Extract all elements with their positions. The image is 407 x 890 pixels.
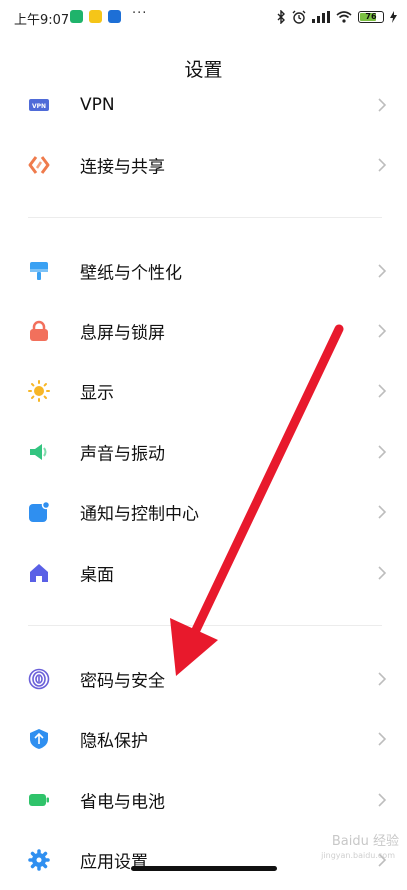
status-time: 上午9:07 — [14, 13, 70, 28]
battery-level: 76 — [365, 12, 377, 21]
lock-icon — [30, 320, 48, 341]
chevron-right-icon — [378, 732, 387, 746]
charging-icon — [390, 11, 397, 23]
alarm-icon — [292, 10, 306, 24]
settings-item-notification-control[interactable]: 通知与控制中心 — [0, 482, 407, 542]
more-notifications-icon: ··· — [132, 6, 148, 21]
settings-item-label: 壁纸与个性化 — [80, 263, 182, 284]
app-settings-gear-icon — [28, 849, 50, 871]
chevron-right-icon — [378, 445, 387, 459]
browser-app-icon — [108, 10, 121, 23]
chevron-right-icon — [378, 566, 387, 580]
svg-text:VPN: VPN — [32, 103, 46, 110]
chevron-right-icon — [378, 264, 387, 278]
home-indicator[interactable] — [131, 866, 277, 871]
settings-item-vpn[interactable]: VPN VPN — [0, 75, 407, 135]
battery-icon — [29, 794, 49, 806]
signal-icon — [312, 11, 330, 23]
settings-item-label: 隐私保护 — [80, 731, 148, 752]
settings-item-connection-share[interactable]: 连接与共享 — [0, 135, 407, 195]
chevron-right-icon — [378, 324, 387, 338]
settings-item-lock-screen[interactable]: 息屏与锁屏 — [0, 301, 407, 361]
settings-item-sound-vibration[interactable]: 声音与振动 — [0, 422, 407, 482]
vpn-icon: VPN — [29, 99, 49, 111]
notification-icon — [29, 501, 50, 522]
chevron-right-icon — [378, 384, 387, 398]
settings-item-label: VPN — [80, 95, 115, 115]
settings-item-label: 显示 — [80, 383, 114, 404]
wifi-icon — [336, 11, 352, 23]
settings-item-label: 通知与控制中心 — [80, 504, 199, 525]
battery-indicator: 76 — [358, 11, 384, 23]
settings-item-home-screen[interactable]: 桌面 — [0, 543, 407, 603]
display-sun-icon — [28, 380, 50, 402]
chevron-right-icon — [378, 505, 387, 519]
settings-item-label: 桌面 — [80, 565, 114, 586]
fingerprint-icon — [28, 668, 50, 690]
watermark: Baidu 经验 — [331, 834, 399, 849]
settings-item-battery[interactable]: 省电与电池 — [0, 770, 407, 830]
home-icon — [30, 564, 48, 582]
speaker-icon — [30, 444, 47, 460]
settings-item-privacy[interactable]: 隐私保护 — [0, 709, 407, 769]
chevron-right-icon — [378, 793, 387, 807]
chevron-right-icon — [378, 672, 387, 686]
settings-item-label: 息屏与锁屏 — [80, 323, 165, 344]
bluetooth-icon — [277, 10, 285, 24]
section-divider — [28, 217, 382, 218]
settings-item-display[interactable]: 显示 — [0, 361, 407, 421]
chevron-right-icon — [378, 98, 387, 112]
connection-share-icon — [28, 156, 50, 174]
settings-item-label: 密码与安全 — [80, 671, 165, 692]
notes-app-icon — [89, 10, 102, 23]
settings-item-label: 声音与振动 — [80, 444, 165, 465]
chevron-right-icon — [378, 158, 387, 172]
status-bar: 上午9:07 ··· 76 — [0, 0, 407, 34]
section-divider — [28, 625, 382, 626]
privacy-shield-icon — [30, 729, 48, 749]
watermark-url: jingyan.baidu.com — [321, 851, 395, 860]
settings-item-label: 省电与电池 — [80, 792, 165, 813]
wallpaper-icon — [30, 262, 48, 280]
settings-item-wallpaper[interactable]: 壁纸与个性化 — [0, 241, 407, 301]
security-app-icon — [70, 10, 83, 23]
settings-item-password-security[interactable]: 密码与安全 — [0, 649, 407, 709]
settings-item-label: 连接与共享 — [80, 157, 165, 178]
